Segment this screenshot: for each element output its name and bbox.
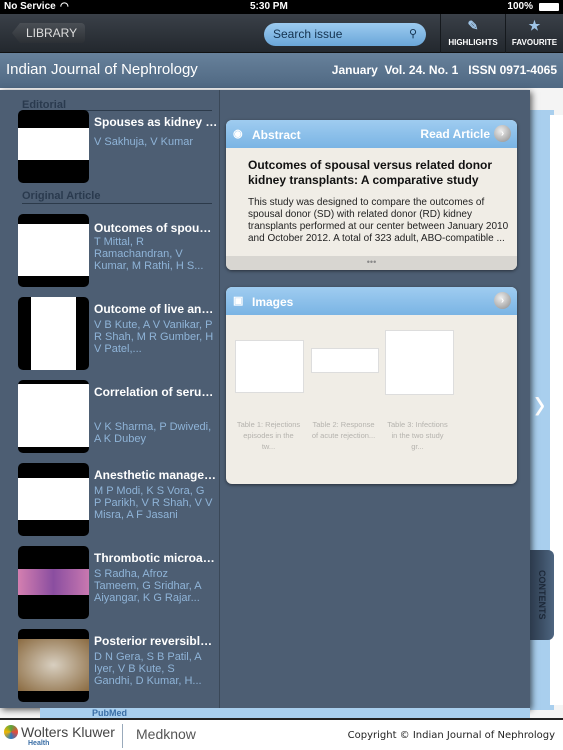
article-thumbnail	[18, 110, 89, 183]
article-authors: D N Gera, S B Patil, A Iyer, V B Kute, S…	[94, 651, 202, 687]
abstract-text: This study was designed to compare the o…	[248, 197, 509, 244]
wifi-icon: ◠	[60, 1, 69, 12]
star-icon: ★	[528, 18, 541, 33]
images-heading: Images	[252, 295, 294, 309]
article-title: Outcomes of spousal...	[94, 221, 218, 235]
article-authors: V K Sharma, P Dwivedi, A K Dubey	[94, 421, 212, 445]
article-authors: T Mittal, R Ramachandran, V Kumar, M Rat…	[94, 236, 204, 272]
list-item[interactable]: Spouses as kidney donors: ... V Sakhuja, …	[18, 110, 218, 185]
medknow-logo: Medknow	[136, 726, 196, 742]
article-list[interactable]: Editorial Original Article Spouses as ki…	[0, 90, 220, 708]
battery-level: 100%	[507, 1, 533, 12]
article-thumbnail	[18, 463, 89, 536]
images-header: ▣ Images ›	[226, 287, 517, 315]
article-thumbnail	[18, 214, 89, 287]
toolbar: LIBRARY Search issue ⚲ ✎ HIGHLIGHTS ★ FAVOU…	[0, 14, 563, 53]
article-authors: V B Kute, A V Vanikar, P R Shah, M R Gum…	[94, 319, 214, 355]
wolters-kluwer-icon	[4, 725, 18, 739]
pubmed-label: PubMed	[92, 708, 127, 718]
list-item[interactable]: Outcomes of spousal... T Mittal, R Ramach…	[18, 214, 218, 289]
image-icon: ▣	[233, 295, 244, 307]
article-thumbnail	[18, 546, 89, 619]
article-thumbnail	[18, 380, 89, 453]
article-authors: S Radha, Afroz Tameem, G Sridhar, A Aiya…	[94, 568, 201, 604]
list-item[interactable]: Outcome of live and de... V B Kute, A V V…	[18, 297, 218, 372]
favourite-label: FAVOURITE	[511, 38, 558, 47]
image-thumbnail-2[interactable]	[311, 348, 379, 373]
status-bar: No Service ◠ 5:30 PM 100%	[0, 0, 563, 14]
image-thumbnail-1[interactable]	[235, 340, 304, 393]
abstract-header: ◉ Abstract Read Article ›	[226, 120, 517, 148]
issue-info: January Vol. 24. No. 1 ISSN 0971-4065	[331, 63, 557, 77]
article-title: Spouses as kidney donors: ...	[94, 115, 218, 129]
article-authors: M P Modi, K S Vora, G P Parikh, V R Shah…	[94, 485, 213, 521]
battery-icon	[539, 3, 559, 11]
abstract-title: Outcomes of spousal versus related donor…	[248, 158, 493, 187]
journal-title: Indian Journal of Nephrology	[6, 61, 198, 78]
contents-tab[interactable]: CONTENTS	[530, 550, 554, 640]
article-title: Thrombotic microangi...	[94, 551, 218, 565]
article-title: Outcome of live and de...	[94, 302, 218, 316]
search-icon: ⚲	[408, 28, 417, 40]
image-caption: Table 2: Response of acute rejection...	[311, 420, 376, 440]
article-title: Anesthetic manageme...	[94, 468, 218, 482]
health-label: Health	[28, 740, 50, 747]
eye-icon: ◉	[233, 128, 243, 140]
list-item[interactable]: Thrombotic microangi... S Radha, Afroz Ta…	[18, 546, 218, 621]
divider	[22, 203, 212, 204]
image-caption: Table 3: Infections in the two study gr.…	[387, 420, 448, 451]
article-title: Posterior reversible en...	[94, 634, 218, 648]
wolters-kluwer-logo: Wolters Kluwer	[4, 724, 115, 740]
chevron-right-icon[interactable]: ›	[494, 125, 511, 142]
read-article-link[interactable]: Read Article	[420, 127, 490, 141]
footer: Wolters Kluwer Health Medknow Copyright …	[0, 718, 563, 750]
list-item[interactable]: Anesthetic manageme... M P Modi, K S Vora…	[18, 463, 218, 538]
search-placeholder: Search issue	[273, 27, 343, 41]
clock: 5:30 PM	[250, 1, 288, 12]
section-original: Original Article	[22, 190, 101, 202]
expand-more-button[interactable]: •••	[226, 256, 517, 270]
highlights-label: HIGHLIGHTS	[448, 38, 498, 47]
article-title: Correlation of serum...	[94, 385, 218, 399]
highlighter-icon: ✎	[467, 18, 479, 33]
abstract-heading: Abstract	[252, 128, 301, 142]
copyright: Copyright © Indian Journal of Nephrology	[347, 730, 555, 741]
favourite-button[interactable]: ★ FAVOURITE	[505, 14, 563, 53]
highlights-button[interactable]: ✎ HIGHLIGHTS	[440, 14, 505, 53]
article-thumbnail	[18, 297, 89, 370]
images-card: ▣ Images › Table 1: Rejections episodes in…	[226, 287, 517, 484]
list-item[interactable]: Posterior reversible en... D N Gera, S B …	[18, 629, 218, 704]
brand-name: Wolters Kluwer	[21, 724, 115, 740]
divider	[122, 724, 123, 748]
image-thumbnail-3[interactable]	[385, 330, 454, 395]
search-input[interactable]: Search issue ⚲	[264, 23, 426, 46]
pubmed-banner: PubMed	[40, 708, 530, 718]
carrier: No Service	[4, 1, 56, 12]
abstract-card: ◉ Abstract Read Article › Outcomes of spous…	[226, 120, 517, 270]
library-button[interactable]: LIBRARY	[12, 23, 86, 43]
chevron-right-icon[interactable]: ›	[494, 292, 511, 309]
image-caption: Table 1: Rejections episodes in the tw..…	[236, 420, 301, 451]
list-item[interactable]: Correlation of serum... V K Sharma, P Dwi…	[18, 380, 218, 455]
article-authors: V Sakhuja, V Kumar	[94, 136, 194, 148]
article-thumbnail	[18, 629, 89, 702]
next-page-arrow-icon[interactable]: ›	[534, 377, 545, 432]
journal-title-bar: Indian Journal of Nephrology January Vol…	[0, 53, 563, 88]
